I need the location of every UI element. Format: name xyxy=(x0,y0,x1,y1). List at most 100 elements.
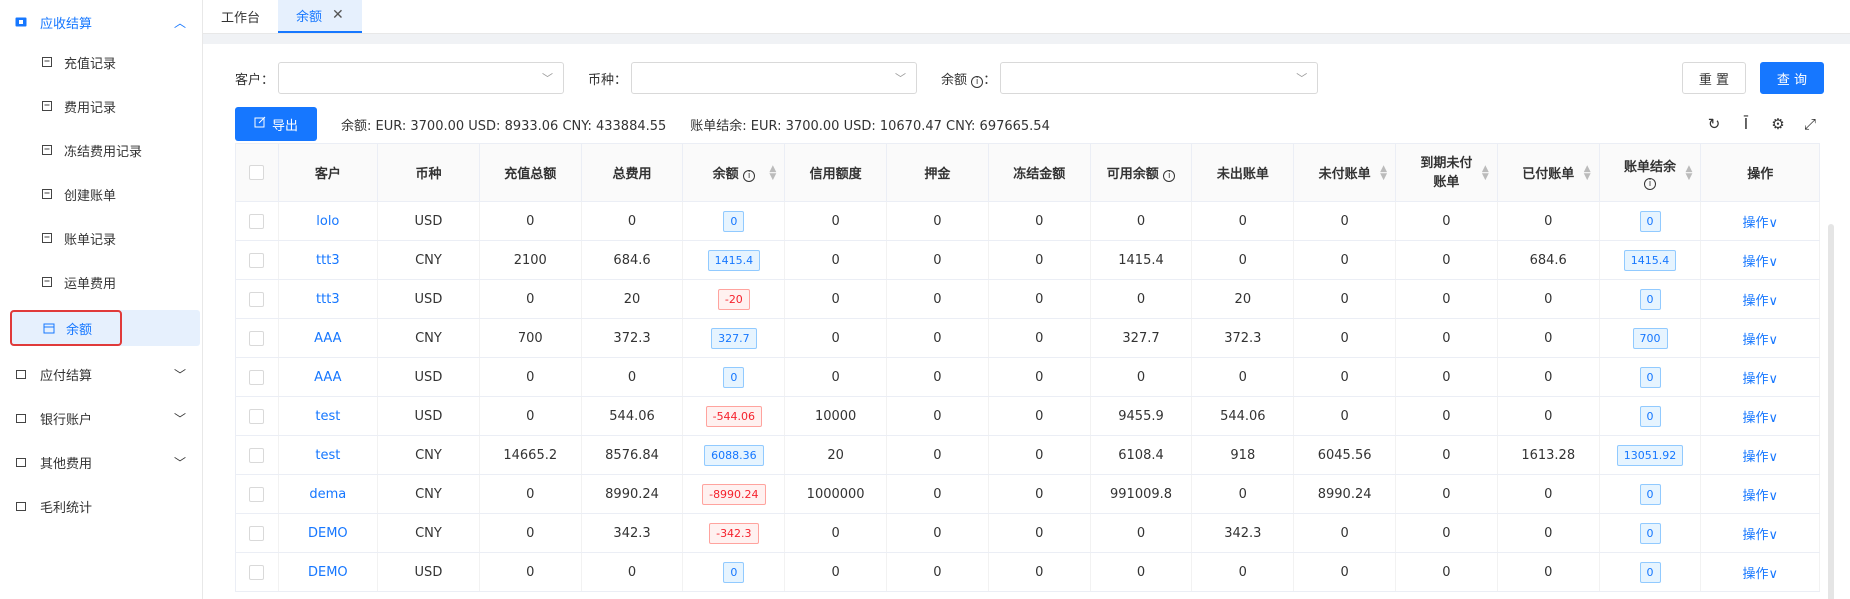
header-bill-balance[interactable]: 账单结余 i ▲ ▼ xyxy=(1598,143,1702,202)
currency-select[interactable]: ﹀ xyxy=(631,62,918,94)
actions-dropdown[interactable]: 操作∨ xyxy=(1742,294,1778,309)
table-row[interactable]: test USD 0 544.06 -544.06 10000 0 0 9455.9 544.06… xyxy=(235,396,1820,436)
balance-tag: 1415.4 xyxy=(707,249,761,271)
menu-group-receivable[interactable]: 应收结算 ︿ xyxy=(0,6,202,38)
bank-card-icon xyxy=(14,411,28,425)
row-checkbox[interactable] xyxy=(249,291,265,307)
customer-cell[interactable]: test xyxy=(278,435,379,475)
reset-button[interactable]: 重 置 xyxy=(1682,62,1746,94)
header-customer: 客户 xyxy=(277,143,379,202)
customer-cell[interactable]: AAA xyxy=(278,357,379,397)
row-checkbox[interactable] xyxy=(249,447,265,463)
customer-link[interactable]: lolo xyxy=(316,214,339,229)
actions-dropdown[interactable]: 操作∨ xyxy=(1742,450,1778,465)
unissued-cell: 0 xyxy=(1191,552,1295,592)
row-checkbox[interactable] xyxy=(249,369,265,385)
waybill-icon xyxy=(40,275,54,289)
table-row[interactable]: DEMO USD 0 0 0 0 0 0 0 0 0 0 0 0 操作∨ xyxy=(235,552,1820,592)
row-checkbox[interactable] xyxy=(249,564,265,580)
frozen-cell: 0 xyxy=(988,201,1091,241)
sidebar-item-5[interactable]: 运单费用 xyxy=(10,266,200,298)
sidebar-item-0[interactable]: 充值记录 xyxy=(10,46,200,78)
customer-cell[interactable]: ttt3 xyxy=(278,279,379,319)
header-balance[interactable]: 余额 i ▲ ▼ xyxy=(682,143,786,202)
header-paid[interactable]: 已付账单 ▲ ▼ xyxy=(1496,143,1600,202)
sort-icon[interactable]: ▲ ▼ xyxy=(1380,164,1387,181)
row-checkbox[interactable] xyxy=(249,252,265,268)
customer-cell[interactable]: test xyxy=(278,396,379,436)
table-row[interactable]: test CNY 14665.2 8576.84 6088.36 20 0 0 6108.4 91… xyxy=(235,435,1820,475)
customer-link[interactable]: DEMO xyxy=(308,526,348,541)
actions-dropdown[interactable]: 操作∨ xyxy=(1742,372,1778,387)
sidebar-item-3[interactable]: 创建账单 xyxy=(10,178,200,210)
header-unpaid[interactable]: 未付账单 ▲ ▼ xyxy=(1293,143,1397,202)
customer-cell[interactable]: DEMO xyxy=(278,513,379,553)
actions-dropdown[interactable]: 操作∨ xyxy=(1742,567,1778,582)
bill-balance-tag: 0 xyxy=(1639,288,1661,310)
customer-cell[interactable]: DEMO xyxy=(278,552,379,592)
customer-cell[interactable]: AAA xyxy=(278,318,379,358)
actions-dropdown[interactable]: 操作∨ xyxy=(1742,333,1778,348)
customer-link[interactable]: ttt3 xyxy=(316,292,340,307)
customer-cell[interactable]: dema xyxy=(278,474,379,514)
sidebar-item-4[interactable]: 账单记录 xyxy=(10,222,200,254)
customer-link[interactable]: ttt3 xyxy=(316,253,340,268)
table-row[interactable]: lolo USD 0 0 0 0 0 0 0 0 0 0 0 0 操作∨ xyxy=(235,201,1820,241)
customer-link[interactable]: AAA xyxy=(314,331,341,346)
column-height-icon[interactable]: Ī xyxy=(1738,115,1754,133)
table-scrollbar[interactable] xyxy=(1828,224,1834,599)
table-row[interactable]: AAA USD 0 0 0 0 0 0 0 0 0 0 0 0 操作∨ xyxy=(235,357,1820,397)
actions-dropdown[interactable]: 操作∨ xyxy=(1742,411,1778,426)
tab-workbench[interactable]: 工作台 xyxy=(203,0,278,33)
gear-icon[interactable]: ⚙ xyxy=(1770,115,1786,133)
actions-label: 操作 xyxy=(1742,488,1769,504)
select-all-checkbox[interactable] xyxy=(249,165,265,180)
balance-select[interactable]: ﹀ xyxy=(1000,62,1319,94)
refresh-icon[interactable]: ↻ xyxy=(1706,115,1722,133)
frozen-cell: 0 xyxy=(988,513,1091,553)
menu-group-0[interactable]: 应付结算 ﹀ xyxy=(0,358,202,390)
row-checkbox[interactable] xyxy=(249,213,265,229)
actions-dropdown[interactable]: 操作∨ xyxy=(1742,489,1778,504)
tab-balance[interactable]: 余额 ✕ xyxy=(278,0,362,33)
fullscreen-icon[interactable]: ⤢ xyxy=(1802,115,1818,133)
sidebar-item-2[interactable]: 冻结费用记录 xyxy=(10,134,200,166)
close-icon[interactable]: ✕ xyxy=(332,7,344,23)
actions-dropdown[interactable]: 操作∨ xyxy=(1742,216,1778,231)
menu-group-3[interactable]: 毛利统计 xyxy=(0,490,202,522)
actions-dropdown[interactable]: 操作∨ xyxy=(1742,528,1778,543)
row-checkbox[interactable] xyxy=(249,408,265,424)
customer-select[interactable]: ﹀ xyxy=(278,62,565,94)
sort-icon[interactable]: ▲ ▼ xyxy=(1482,164,1489,181)
customer-cell[interactable]: lolo xyxy=(278,201,379,241)
sidebar-item-label: 运单费用 xyxy=(64,276,117,292)
deposit-cell: 0 xyxy=(886,279,989,319)
query-button[interactable]: 查 询 xyxy=(1760,62,1824,94)
customer-link[interactable]: dema xyxy=(309,487,346,502)
row-checkbox[interactable] xyxy=(249,525,265,541)
customer-link[interactable]: test xyxy=(315,409,340,424)
table-row[interactable]: ttt3 CNY 2100 684.6 1415.4 0 0 0 1415.4 0 0 0 684.6 1… xyxy=(235,240,1820,280)
row-checkbox[interactable] xyxy=(249,486,265,502)
customer-link[interactable]: DEMO xyxy=(308,565,348,580)
customer-cell[interactable]: ttt3 xyxy=(278,240,379,280)
sidebar-item-balance[interactable]: 余额 xyxy=(10,310,122,346)
table-row[interactable]: ttt3 USD 0 20 -20 0 0 0 0 20 0 0 0 0 操作∨ xyxy=(235,279,1820,319)
table-row[interactable]: DEMO CNY 0 342.3 -342.3 0 0 0 0 342.3 0 0 0 0 操作∨ xyxy=(235,513,1820,553)
menu-group-2[interactable]: 其他费用 ﹀ xyxy=(0,446,202,478)
header-overdue[interactable]: 到期未付账单 ▲ ▼ xyxy=(1395,143,1498,202)
sidebar-item-label: 创建账单 xyxy=(64,188,117,204)
menu-group-1[interactable]: 银行账户 ﹀ xyxy=(0,402,202,434)
table-row[interactable]: AAA CNY 700 372.3 327.7 0 0 0 327.7 372.3 0 0 0 700 操作… xyxy=(235,318,1820,358)
actions-dropdown[interactable]: 操作∨ xyxy=(1742,255,1778,270)
customer-link[interactable]: AAA xyxy=(314,370,341,385)
customer-link[interactable]: test xyxy=(315,448,340,463)
row-checkbox[interactable] xyxy=(249,330,265,346)
export-button[interactable]: 导出 xyxy=(235,107,317,141)
balance-summary: 余额: EUR: 3700.00 USD: 8933.06 CNY: 43388… xyxy=(341,118,667,134)
sort-icon[interactable]: ▲ ▼ xyxy=(1584,164,1591,181)
sort-icon[interactable]: ▲ ▼ xyxy=(769,164,776,181)
sidebar-item-1[interactable]: 费用记录 xyxy=(10,90,200,122)
sort-icon[interactable]: ▲ ▼ xyxy=(1685,164,1692,181)
table-row[interactable]: dema CNY 0 8990.24 -8990.24 1000000 0 0 991009.8… xyxy=(235,474,1820,514)
